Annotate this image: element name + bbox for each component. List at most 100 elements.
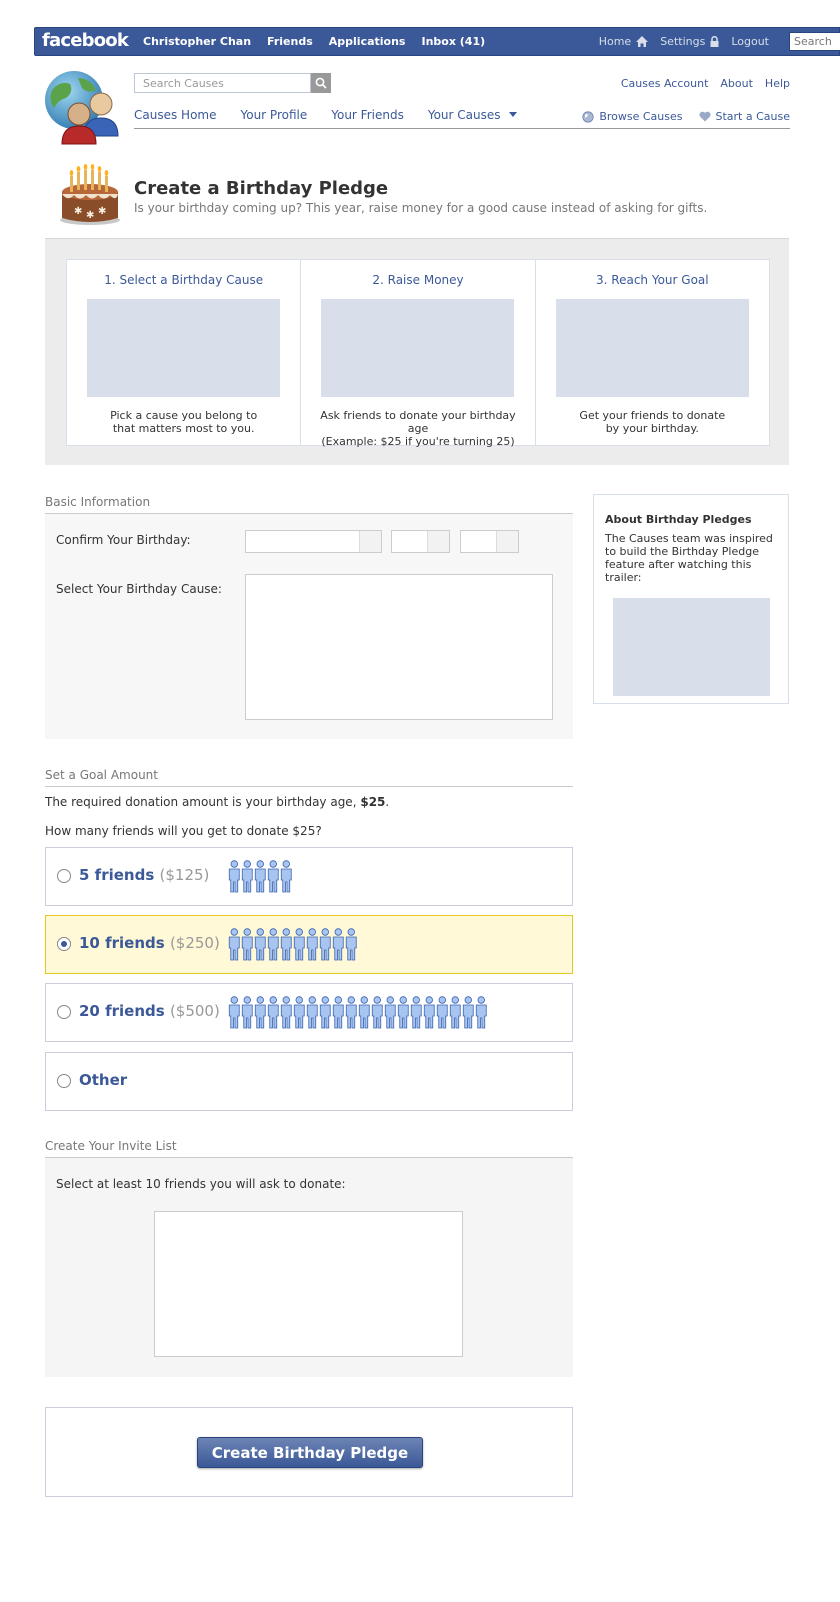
nav-profile-link[interactable]: Christopher Chan	[143, 35, 251, 48]
step-reach-goal: 3. Reach Your Goal Get your friends to d…	[536, 260, 769, 445]
goal-option-20[interactable]: 20 friends ($500)	[45, 983, 573, 1042]
step-description: Get your friends to donate by your birthd…	[536, 409, 769, 435]
svg-text:✱: ✱	[74, 206, 82, 217]
facebook-search-input[interactable]: Search	[789, 32, 840, 51]
goal-radio[interactable]	[57, 869, 71, 883]
goal-option-label: 10 friends ($250)	[79, 934, 220, 952]
browse-causes-label: Browse Causes	[599, 110, 683, 123]
logout-link[interactable]: Logout	[731, 35, 769, 48]
search-icon	[315, 77, 327, 89]
causes-search-input[interactable]: Search Causes	[134, 73, 311, 93]
about-birthday-pledges: About Birthday Pledges The Causes team w…	[593, 494, 789, 704]
goal-option-label: Other	[79, 1071, 128, 1089]
goal-amount: ($250)	[169, 934, 220, 952]
dropdown-arrow	[427, 531, 449, 552]
create-birthday-pledge-button[interactable]: Create Birthday Pledge	[197, 1437, 423, 1468]
top-nav: Christopher Chan Friends Applications In…	[143, 35, 501, 48]
step-description: Ask friends to donate your birthday age(…	[301, 409, 534, 448]
page-subtitle: Is your birthday coming up? This year, r…	[134, 201, 708, 215]
birthday-day-select[interactable]	[391, 530, 450, 553]
step-image-placeholder	[321, 299, 515, 397]
goal-radio-selected[interactable]	[57, 937, 71, 951]
friend-selector-list[interactable]	[154, 1211, 463, 1357]
step-raise-money: 2. Raise Money Ask friends to donate you…	[301, 260, 536, 448]
heart-icon	[698, 111, 711, 122]
nav-applications-link[interactable]: Applications	[329, 35, 406, 48]
tabs-divider	[134, 128, 790, 129]
chevron-down-icon	[509, 112, 518, 117]
person-icon	[280, 860, 292, 893]
step-description-line: Ask friends to donate your birthday age	[320, 409, 516, 435]
account-nav: Home Settings Logout	[587, 35, 769, 48]
nav-inbox-link[interactable]: Inbox (41)	[421, 35, 485, 48]
step-title: 1. Select a Birthday Cause	[104, 273, 264, 287]
globe-icon	[582, 110, 594, 123]
step-image-placeholder	[555, 299, 749, 397]
causes-account-link[interactable]: Causes Account	[621, 77, 709, 90]
goal-amount: ($500)	[169, 1002, 220, 1020]
people-icons	[227, 928, 357, 961]
settings-label: Settings	[660, 35, 706, 48]
settings-link[interactable]: Settings	[660, 35, 719, 48]
lock-icon	[710, 36, 719, 47]
dropdown-arrow	[496, 531, 518, 552]
goal-radio[interactable]	[57, 1074, 71, 1088]
step-description-line: (Example: $25 if you're turning 25)	[321, 435, 515, 448]
submit-panel: Create Birthday Pledge	[45, 1407, 573, 1497]
causes-actions: Browse Causes Start a Cause	[566, 110, 790, 123]
tab-your-profile[interactable]: Your Profile	[240, 108, 307, 122]
required-amount-text: The required donation amount is your bir…	[45, 795, 389, 809]
start-cause-label: Start a Cause	[715, 110, 791, 123]
nav-friends-link[interactable]: Friends	[267, 35, 313, 48]
goal-option-10[interactable]: 10 friends ($250)	[45, 915, 573, 974]
tab-your-friends[interactable]: Your Friends	[331, 108, 404, 122]
facebook-logo[interactable]: facebook	[42, 30, 129, 51]
person-icon	[475, 996, 487, 1029]
trailer-video-placeholder[interactable]	[612, 598, 770, 696]
dropdown-arrow	[359, 531, 381, 552]
step-title: 3. Reach Your Goal	[596, 273, 709, 287]
tab-causes-home[interactable]: Causes Home	[134, 108, 216, 122]
goal-header: Set a Goal Amount	[45, 768, 573, 787]
home-link[interactable]: Home	[598, 35, 649, 48]
goal-radio[interactable]	[57, 1005, 71, 1019]
goal-count: 10	[79, 934, 100, 952]
step-select-cause: 1. Select a Birthday Cause Pick a cause …	[67, 260, 302, 445]
tab-your-causes[interactable]: Your Causes	[428, 108, 523, 122]
step-description: Pick a cause you belong to that matters m…	[67, 409, 300, 435]
step-description-line: Pick a cause you belong to	[110, 409, 258, 422]
goal-word: friends	[94, 866, 155, 884]
about-link[interactable]: About	[720, 77, 753, 90]
goal-word: friends	[105, 934, 165, 952]
invite-instruction: Select at least 10 friends you will ask …	[56, 1177, 346, 1191]
causes-top-links: Causes Account About Help	[609, 77, 790, 90]
cause-select-list[interactable]	[245, 574, 553, 720]
facebook-top-bar: facebook Christopher Chan Friends Applic…	[34, 27, 840, 56]
goal-option-5[interactable]: 5 friends ($125)	[45, 847, 573, 906]
person-icon	[345, 928, 357, 961]
steps-panel: 1. Select a Birthday Cause Pick a cause …	[45, 238, 789, 465]
svg-text:✱: ✱	[98, 206, 106, 217]
causes-search-button[interactable]	[311, 73, 331, 93]
birthday-month-select[interactable]	[245, 530, 382, 553]
cause-label: Select Your Birthday Cause:	[56, 582, 222, 596]
tab-your-causes-label: Your Causes	[427, 108, 501, 122]
help-link[interactable]: Help	[765, 77, 790, 90]
goal-option-other[interactable]: Other	[45, 1052, 573, 1111]
birthday-cake-icon: ✱ ✱ ✱	[58, 162, 122, 226]
browse-causes-link[interactable]: Browse Causes	[582, 110, 683, 123]
start-cause-link[interactable]: Start a Cause	[698, 110, 791, 123]
birthday-year-select[interactable]	[460, 530, 519, 553]
step-description-line: by your birthday.	[605, 422, 699, 435]
causes-logo[interactable]	[44, 70, 126, 146]
home-label: Home	[598, 35, 632, 48]
causes-tabs: Causes Home Your Profile Your Friends Yo…	[134, 108, 546, 122]
causes-search: Search Causes	[134, 73, 331, 93]
goal-count: 5	[79, 866, 90, 884]
step-title: 2. Raise Money	[372, 273, 464, 287]
svg-text:✱: ✱	[86, 210, 94, 221]
step-image-placeholder	[87, 299, 281, 397]
page-title: Create a Birthday Pledge	[134, 178, 389, 199]
goal-word: friends	[105, 1002, 165, 1020]
invite-header: Create Your Invite List	[45, 1139, 573, 1158]
